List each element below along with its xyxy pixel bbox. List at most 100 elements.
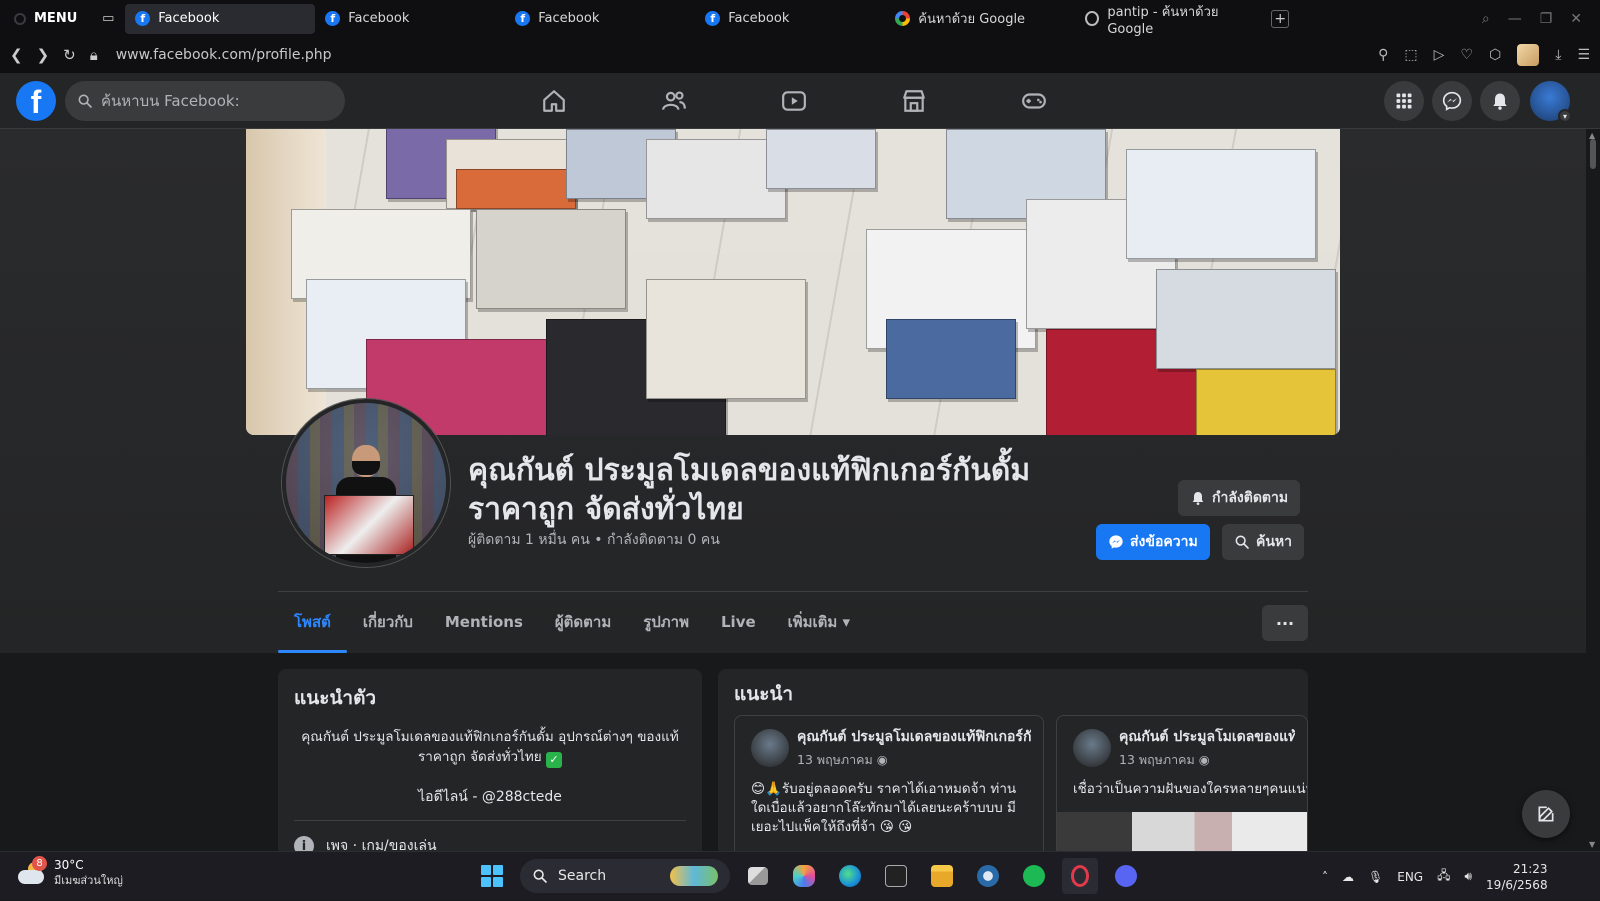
maximize-button[interactable]: ❐ <box>1540 11 1553 27</box>
marketplace-icon[interactable] <box>898 85 930 117</box>
featured-post-author[interactable]: คุณกันต์ ประมูลโมเดลของแท้ฟิกเกอร์กันดั้… <box>797 726 1031 748</box>
featured-post-text: เชื่อว่าเป็นความฝันของใครหลายๆคนแน่นอน <box>1073 781 1307 797</box>
windows-start-icon[interactable] <box>474 858 510 894</box>
tab-about[interactable]: เกี่ยวกับ <box>347 591 429 653</box>
avatar[interactable] <box>751 729 789 767</box>
cover-box <box>766 129 876 189</box>
steam-icon[interactable] <box>970 858 1006 894</box>
extension-avatar-icon[interactable] <box>1517 44 1540 66</box>
weather-badge: 8 <box>32 856 47 871</box>
opera-menu-button[interactable]: MENU <box>0 0 91 37</box>
onedrive-cloud-icon[interactable]: ☁ <box>1342 870 1354 884</box>
tab-followers[interactable]: ผู้ติดตาม <box>539 591 627 653</box>
cover-photo[interactable] <box>246 129 1340 435</box>
featured-post-date-text: 13 พฤษภาคม <box>1119 752 1195 767</box>
tab-snap-icon[interactable]: ▭ <box>91 11 125 26</box>
tab-photos[interactable]: รูปภาพ <box>627 591 705 653</box>
following-button[interactable]: กำลังติดตาม <box>1178 480 1301 516</box>
messenger-icon[interactable] <box>1432 81 1472 121</box>
weather-widget[interactable]: 8 30°C มีเมฆส่วนใหญ่ <box>16 856 123 888</box>
scrollbar-thumb[interactable] <box>1590 139 1596 169</box>
file-explorer-icon[interactable] <box>924 858 960 894</box>
featured-post-author[interactable]: คุณกันต์ ประมูลโมเดลของแท้ฟิกเกอร์กันดั้… <box>1119 726 1295 748</box>
opera-gx-icon[interactable] <box>1062 858 1098 894</box>
tab-posts[interactable]: โพสต์ <box>278 591 347 653</box>
edge-icon[interactable] <box>832 858 868 894</box>
new-tab-button[interactable]: + <box>1271 9 1290 28</box>
browser-tab-3[interactable]: f Facebook <box>505 4 695 34</box>
back-icon[interactable]: ❮ <box>10 46 23 64</box>
taskbar-search[interactable]: Search <box>520 859 730 893</box>
friends-icon[interactable] <box>658 85 690 117</box>
forward-icon[interactable]: ❯ <box>37 46 50 64</box>
avatar[interactable] <box>1073 729 1111 767</box>
home-icon[interactable] <box>538 85 570 117</box>
window-controls: ⌕ — ❐ ✕ <box>1482 11 1600 27</box>
discord-icon[interactable] <box>1108 858 1144 894</box>
tab-search-icon[interactable]: ⌕ <box>1482 11 1490 27</box>
featured-post[interactable]: คุณกันต์ ประมูลโมเดลของแท้ฟิกเกอร์กันดั้… <box>1056 715 1308 851</box>
scroll-down-icon[interactable]: ▼ <box>1589 840 1595 849</box>
chevron-up-icon[interactable]: ˄ <box>1322 870 1328 884</box>
copilot-icon[interactable] <box>786 858 822 894</box>
featured-post-date[interactable]: 13 พฤษภาคม ◉ <box>797 750 1031 770</box>
minimize-button[interactable]: — <box>1508 11 1522 27</box>
new-message-button[interactable] <box>1522 790 1570 838</box>
heart-icon[interactable]: ♡ <box>1460 47 1473 63</box>
browser-tab-strip: MENU ▭ f Facebook f Facebook f Facebook … <box>0 0 1600 37</box>
tab-live[interactable]: Live <box>705 591 772 653</box>
featured-post[interactable]: คุณกันต์ ประมูลโมเดลของแท้ฟิกเกอร์กันดั้… <box>734 715 1044 851</box>
language-indicator[interactable]: ENG <box>1397 870 1423 884</box>
tab-more[interactable]: เพิ่มเติม ▾ <box>772 591 866 653</box>
messenger-icon <box>1109 535 1123 549</box>
cover-box <box>646 279 806 399</box>
browser-tab-4[interactable]: f Facebook <box>695 4 885 34</box>
browser-tab-1[interactable]: f Facebook <box>125 3 316 34</box>
browser-tab-6[interactable]: pantip - ค้นหาด้วย Google <box>1075 4 1265 37</box>
snapshot-icon[interactable]: ⬚ <box>1404 47 1417 63</box>
page-scrollbar[interactable]: ▲ ▼ <box>1586 129 1600 851</box>
more-options-button[interactable]: ··· <box>1262 605 1308 641</box>
facebook-search-input[interactable] <box>101 92 321 110</box>
browser-tab-2[interactable]: f Facebook <box>315 4 505 34</box>
reload-icon[interactable]: ↻ <box>63 46 76 64</box>
facebook-search[interactable] <box>65 81 345 121</box>
search-highlight-icon <box>670 866 718 886</box>
profile-picture[interactable] <box>282 399 450 567</box>
pin-icon[interactable]: ⚲ <box>1378 47 1388 63</box>
volume-icon[interactable]: 🔊︎ <box>1464 869 1472 884</box>
spotify-icon[interactable] <box>1016 858 1052 894</box>
gaming-icon[interactable] <box>1018 85 1050 117</box>
close-window-button[interactable]: ✕ <box>1570 11 1582 27</box>
microphone-icon[interactable]: 🎙︎ <box>1368 870 1383 884</box>
taskbar-clock[interactable]: 21:23 19/6/2568 <box>1486 861 1548 893</box>
task-view-icon[interactable] <box>740 858 776 894</box>
url-text[interactable]: www.facebook.com/profile.php <box>116 47 332 63</box>
lock-icon: 🔒︎ <box>89 46 98 64</box>
epic-games-icon[interactable] <box>878 858 914 894</box>
send-message-button[interactable]: ส่งข้อความ <box>1096 524 1210 560</box>
easy-setup-icon[interactable]: ☰ <box>1577 47 1590 63</box>
page-search-label: ค้นหา <box>1256 534 1293 550</box>
flow-icon[interactable]: ▷ <box>1434 47 1445 63</box>
page-search-button[interactable]: ค้นหา <box>1222 524 1305 560</box>
download-icon[interactable]: ⤓ <box>1555 47 1561 63</box>
tab-mentions[interactable]: Mentions <box>429 591 539 653</box>
notifications-bell-icon[interactable] <box>1480 81 1520 121</box>
facebook-logo-icon[interactable]: f <box>16 81 56 121</box>
watch-icon[interactable] <box>778 85 810 117</box>
featured-post-text: 😊🙏รับอยู่ตลอดครับ ราคาได้เอาหมดจ้า ท่านใ… <box>751 781 1017 835</box>
profile-page: คุณกันต์ ประมูลโมเดลของแท้ฟิกเกอร์กันดั้… <box>0 129 1586 851</box>
browser-tab-5[interactable]: ค้นหาด้วย Google <box>885 4 1075 34</box>
featured-post-date[interactable]: 13 พฤษภาคม ◉ <box>1119 750 1295 770</box>
tab-title: Facebook <box>158 11 220 26</box>
featured-post-image[interactable] <box>1057 812 1307 851</box>
network-icon[interactable]: 🖧︎ <box>1437 866 1450 887</box>
menu-grid-icon[interactable] <box>1384 81 1424 121</box>
check-mark-icon: ✓ <box>545 752 562 768</box>
account-avatar[interactable]: ▾ <box>1530 81 1572 123</box>
compose-icon <box>1538 806 1554 822</box>
weather-cloud <box>18 870 44 884</box>
search-icon <box>78 94 92 108</box>
extensions-icon[interactable]: ⬡ <box>1489 47 1501 63</box>
